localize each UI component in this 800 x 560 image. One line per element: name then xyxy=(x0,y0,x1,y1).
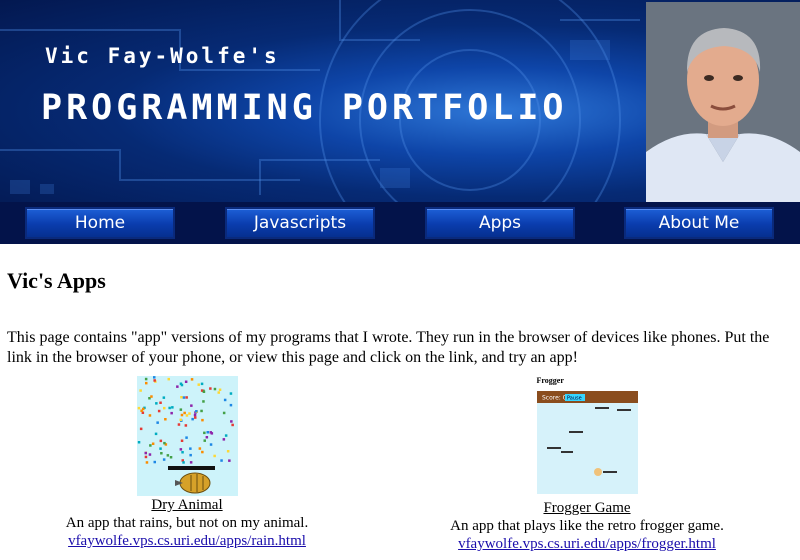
nav-about-me-button[interactable]: About Me xyxy=(624,207,774,239)
header-subtitle: Vic Fay-Wolfe's xyxy=(45,44,280,68)
nav-apps-button[interactable]: Apps xyxy=(425,207,575,239)
frogger-thumb-score: Score: 0 xyxy=(542,395,567,402)
dry-animal-link[interactable]: Dry Animal xyxy=(151,497,222,513)
frogger-thumbnail[interactable]: Frogger Score: 0 Pause xyxy=(536,376,638,499)
frogger-thumb-pause: Pause xyxy=(567,396,582,402)
header-title: PROGRAMMING PORTFOLIO xyxy=(41,88,568,128)
frogger-description: An app that plays like the retro frogger… xyxy=(450,518,724,534)
intro-paragraph: This page contains "app" versions of my … xyxy=(7,329,770,366)
page-heading: Vic's Apps xyxy=(7,268,106,293)
frogger-link[interactable]: Frogger Game xyxy=(543,500,630,516)
dry-animal-url-link[interactable]: vfaywolfe.vps.cs.uri.edu/apps/rain.html xyxy=(68,533,306,549)
frogger-thumb-screen: Score: 0 Pause xyxy=(536,391,638,494)
dry-animal-description: An app that rains, but not on my animal. xyxy=(65,515,309,531)
app-card-dry-animal: Dry Animal An app that rains, but not on… xyxy=(17,376,357,550)
nav-javascripts-button[interactable]: Javascripts xyxy=(225,207,375,239)
author-portrait-image xyxy=(646,2,800,202)
dry-animal-thumbnail[interactable] xyxy=(136,376,238,496)
nav-home-button[interactable]: Home xyxy=(25,207,175,239)
header-banner: Vic Fay-Wolfe's PROGRAMMING PORTFOLIO xyxy=(0,0,800,202)
app-card-frogger: Frogger Score: 0 Pause Frogger Game An a… xyxy=(417,376,757,553)
frogger-thumb-title: Frogger xyxy=(536,376,564,385)
frogger-url-link[interactable]: vfaywolfe.vps.cs.uri.edu/apps/frogger.ht… xyxy=(458,536,716,552)
main-navigation: Home Javascripts Apps About Me xyxy=(0,202,800,244)
